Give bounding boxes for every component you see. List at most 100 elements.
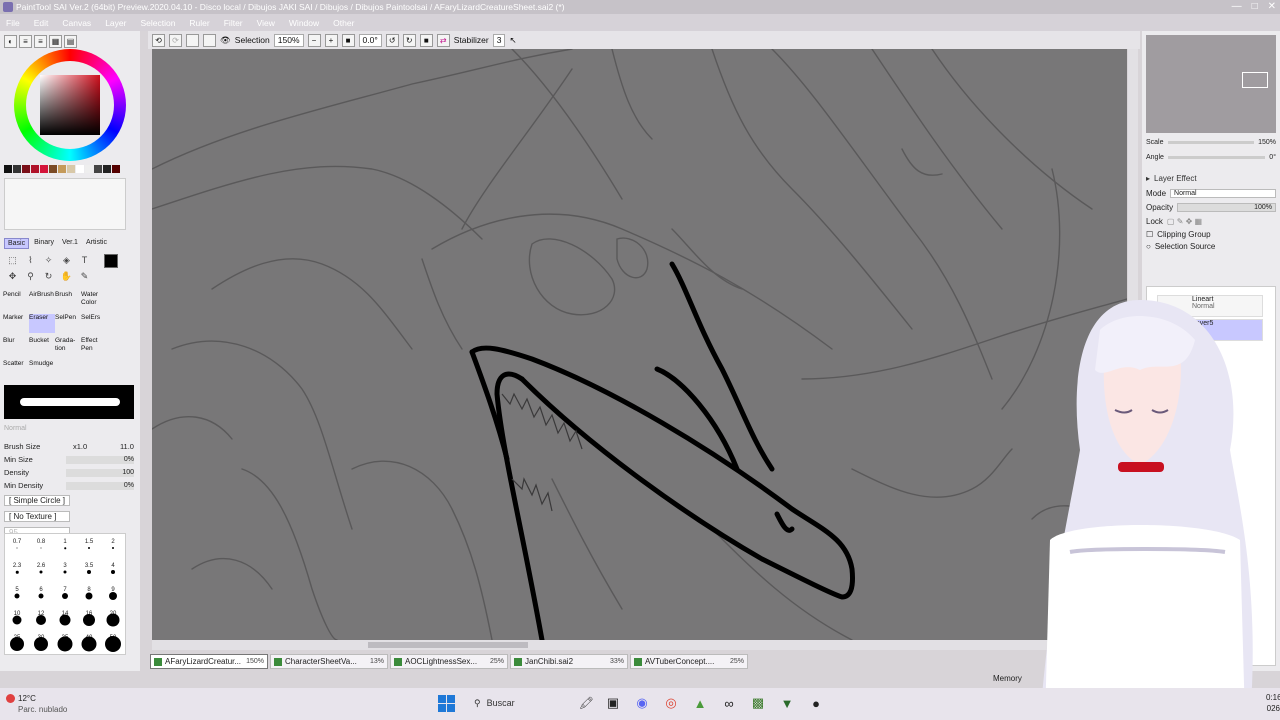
brush-tool-bucket[interactable]: Bucket xyxy=(29,337,55,356)
canvas-horizontal-scrollbar[interactable] xyxy=(152,640,1127,650)
brush-size-preset[interactable]: 2.3 xyxy=(5,558,29,582)
scratchpad[interactable] xyxy=(4,178,126,230)
tab-basic[interactable]: Basic xyxy=(4,238,30,249)
brush-tool-brush[interactable]: Brush xyxy=(55,291,81,310)
brush-size-preset[interactable]: 30 xyxy=(29,630,53,654)
brush-tool-blur[interactable]: Blur xyxy=(3,337,29,356)
brush-size-row[interactable]: Brush Size x1.0 11.0 xyxy=(4,440,134,453)
brush-shape-select[interactable]: [ Simple Circle ] xyxy=(4,495,71,506)
navigator-view-frame[interactable] xyxy=(1242,72,1268,88)
brush-texture-select[interactable]: [ No Texture ] xyxy=(4,511,71,522)
rotate-reset-icon[interactable]: ■ xyxy=(419,33,433,47)
brush-tool-effect-pen[interactable]: Effect Pen xyxy=(81,337,107,356)
perspective-ruler-icon[interactable]: ↖ xyxy=(509,35,516,46)
menu-file[interactable]: File xyxy=(6,18,20,28)
brush-size-preset[interactable]: 20 xyxy=(101,606,125,630)
paint-tool-sai-icon[interactable]: ▼ xyxy=(777,693,797,713)
rotate-icon[interactable]: ↻ xyxy=(40,269,57,284)
hsv-slider-icon[interactable]: ≡ xyxy=(34,35,47,48)
brush-tool-empty[interactable] xyxy=(107,337,133,356)
chrome-icon[interactable]: ◎ xyxy=(661,693,681,713)
obs-icon[interactable]: ● xyxy=(806,693,826,713)
color-swatch[interactable] xyxy=(58,165,66,173)
color-swatch[interactable] xyxy=(31,165,39,173)
color-swatch[interactable] xyxy=(67,165,75,173)
brush-tool-selers[interactable]: SelErs xyxy=(81,314,107,333)
density-row[interactable]: Density 100 xyxy=(4,466,134,479)
stabilizer-field[interactable]: 3 xyxy=(492,33,506,47)
color-swatch[interactable] xyxy=(85,165,93,173)
palette-icon[interactable]: ▤ xyxy=(64,35,77,48)
app-link-icon[interactable]: ∞ xyxy=(719,693,739,713)
discord-icon[interactable]: ◉ xyxy=(632,693,652,713)
rotate-left-icon[interactable]: ↺ xyxy=(385,33,399,47)
brush-tool-airbrush[interactable]: AirBrush xyxy=(29,291,55,310)
brush-size-preset[interactable]: 1.5 xyxy=(77,534,101,558)
zoom-in-icon[interactable]: + xyxy=(324,33,338,47)
brush-size-preset[interactable]: 3 xyxy=(53,558,77,582)
weather-widget[interactable]: 12°C Parc. nublado xyxy=(6,693,67,715)
file-tab[interactable]: AOCLightnessSex... 25% xyxy=(390,654,508,669)
windows-start-icon[interactable] xyxy=(438,694,455,712)
brush-tool-empty[interactable] xyxy=(107,314,133,333)
redo-icon[interactable]: ⟳ xyxy=(169,33,182,47)
menu-other[interactable]: Other xyxy=(333,18,354,28)
hand-icon[interactable]: ✋ xyxy=(58,269,75,284)
color-swatch[interactable] xyxy=(112,165,120,173)
brush-size-preset[interactable]: 5 xyxy=(5,582,29,606)
min-density-row[interactable]: Min Density 0% xyxy=(4,479,134,492)
zoom-field[interactable]: 150% xyxy=(273,33,304,47)
menu-view[interactable]: View xyxy=(257,18,275,28)
tab-ver1[interactable]: Ver.1 xyxy=(59,238,81,249)
file-tab[interactable]: AVTuberConcept.... 25% xyxy=(630,654,748,669)
color-wheel-mode-icon[interactable]: ◐ xyxy=(4,35,17,48)
bucket-select-icon[interactable]: ◈ xyxy=(58,253,75,268)
rotation-field[interactable]: 0.0° xyxy=(358,33,382,47)
eyedropper-icon[interactable]: ✎ xyxy=(76,269,93,284)
color-swatch[interactable] xyxy=(103,165,111,173)
brush-size-preset[interactable]: 35 xyxy=(53,630,77,654)
color-swatch[interactable] xyxy=(22,165,30,173)
menu-window[interactable]: Window xyxy=(289,18,319,28)
brush-size-preset[interactable]: 25 xyxy=(5,630,29,654)
brush-size-preset[interactable]: 6 xyxy=(29,582,53,606)
min-size-row[interactable]: Min Size 0% xyxy=(4,453,134,466)
menu-canvas[interactable]: Canvas xyxy=(62,18,91,28)
brush-size-preset[interactable]: 3.5 xyxy=(77,558,101,582)
opacity-row[interactable]: Opacity 100% xyxy=(1146,203,1276,212)
menu-selection[interactable]: Selection xyxy=(140,18,175,28)
brush-mode[interactable]: Normal xyxy=(4,425,134,435)
rect-select-icon[interactable]: ⬚ xyxy=(4,253,21,268)
brush-size-preset[interactable]: 0.8 xyxy=(29,534,53,558)
saturation-value-square[interactable] xyxy=(40,75,100,135)
menu-edit[interactable]: Edit xyxy=(34,18,49,28)
navigator-scale-row[interactable]: Scale 150% xyxy=(1146,136,1276,148)
rgb-slider-icon[interactable]: ≡ xyxy=(19,35,32,48)
opacity-slider[interactable]: 100% xyxy=(1177,203,1276,212)
zoom-icon[interactable]: ⚲ xyxy=(22,269,39,284)
brush-size-preset[interactable]: 4 xyxy=(101,558,125,582)
color-swatch[interactable] xyxy=(76,165,84,173)
move-icon[interactable]: ✥ xyxy=(4,269,21,284)
minecraft-icon[interactable]: ▩ xyxy=(748,693,768,713)
brush-tool-marker[interactable]: Marker xyxy=(3,314,29,333)
brush-tool-selpen[interactable]: SelPen xyxy=(55,314,81,333)
maximize-button[interactable]: □ xyxy=(1252,0,1258,14)
brush-size-preset[interactable]: 1 xyxy=(53,534,77,558)
minimize-button[interactable]: — xyxy=(1232,0,1242,14)
color-wheel[interactable] xyxy=(14,49,126,161)
magic-wand-icon[interactable]: ✧ xyxy=(40,253,57,268)
undo-icon[interactable]: ⟲ xyxy=(152,33,165,47)
file-tab[interactable]: CharacterSheetVa... 13% xyxy=(270,654,388,669)
brush-size-preset[interactable]: 8 xyxy=(77,582,101,606)
brush-size-preset[interactable]: 0.7 xyxy=(5,534,29,558)
show-selection-icon[interactable]: 👁 xyxy=(220,35,231,46)
file-tab[interactable]: AFaryLizardCreatur... 150% xyxy=(150,654,268,669)
system-clock[interactable]: 0:16 026 xyxy=(1266,692,1280,714)
foreground-color[interactable] xyxy=(104,254,118,268)
brush-size-preset[interactable]: 16 xyxy=(77,606,101,630)
flip-horizontal-icon[interactable]: ⇄ xyxy=(436,33,450,47)
clipping-group-checkbox[interactable]: ☐ Clipping Group xyxy=(1146,230,1276,239)
brush-tool-water-color[interactable]: Water Color xyxy=(81,291,107,310)
tab-artistic[interactable]: Artistic xyxy=(83,238,110,249)
